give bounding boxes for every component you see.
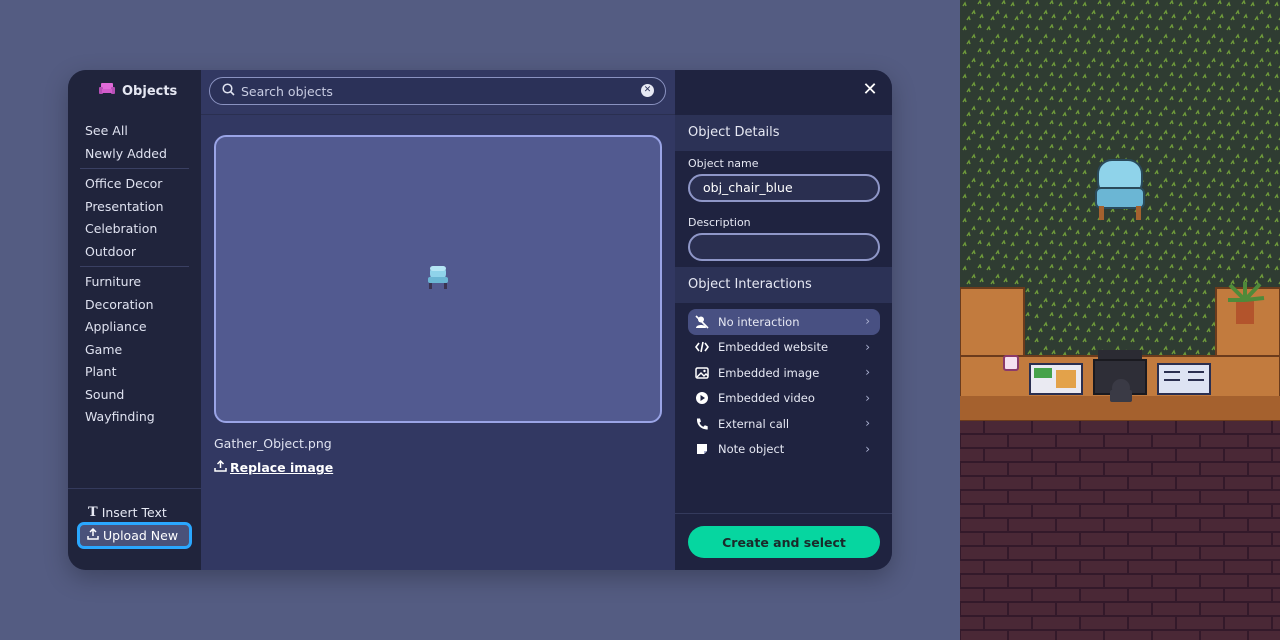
category-item[interactable]: Plant (80, 361, 189, 384)
object-name-field[interactable]: obj_chair_blue (688, 174, 880, 202)
upload-icon (87, 527, 99, 543)
clear-search-icon[interactable]: ✕ (641, 84, 654, 97)
close-icon[interactable]: ✕ (862, 81, 878, 99)
interaction-option[interactable]: Embedded website › (688, 335, 880, 361)
objects-modal: Objects See All Newly Added Office Decor Pr… (68, 70, 892, 570)
image-filename: Gather_Object.png (214, 436, 332, 451)
category-separator (80, 266, 189, 267)
interaction-list: No interaction › Embedded website › Embedded… (688, 309, 880, 462)
search-icon (222, 83, 235, 99)
replace-image-label: Replace image (230, 460, 334, 475)
category-item[interactable]: Decoration (80, 294, 189, 317)
preview-panel: Search objects ✕ Gather_Object.png Repla… (201, 70, 675, 570)
create-and-select-button[interactable]: Create and select (688, 526, 880, 558)
sidebar-bottom: T Insert Text Upload New (68, 488, 201, 570)
map-preview (960, 0, 1280, 640)
chevron-right-icon: › (865, 314, 870, 328)
interaction-label: Embedded website (718, 340, 829, 355)
objects-sidebar: Objects See All Newly Added Office Decor Pr… (68, 70, 201, 570)
interaction-option[interactable]: Embedded image › (688, 360, 880, 386)
divider (201, 114, 675, 115)
interaction-label: External call (718, 416, 790, 431)
object-details-header: Object Details (675, 115, 892, 151)
upload-new-label: Upload New (103, 528, 179, 543)
interaction-option[interactable]: Embedded video › (688, 386, 880, 412)
description-label: Description (688, 216, 751, 229)
insert-text-label: Insert Text (101, 505, 167, 520)
description-field[interactable] (688, 233, 880, 261)
sidebar-title-label: Objects (122, 83, 178, 99)
object-interactions-header: Object Interactions (675, 267, 892, 303)
upload-icon (214, 459, 227, 475)
no-interaction-icon (694, 314, 710, 330)
interaction-option[interactable]: External call › (688, 411, 880, 437)
phone-icon (694, 416, 710, 432)
chair-sprite (427, 264, 449, 294)
category-item[interactable]: See All (80, 120, 189, 143)
upload-new-button[interactable]: Upload New (77, 522, 192, 549)
category-item[interactable]: Sound (80, 384, 189, 407)
chevron-right-icon: › (865, 416, 870, 430)
category-item[interactable]: Celebration (80, 218, 189, 241)
object-details-panel: ✕ Object Details Object name obj_chair_b… (675, 70, 892, 570)
armchair-icon (98, 82, 116, 100)
chevron-right-icon: › (865, 365, 870, 379)
interaction-label: Note object (718, 442, 785, 457)
interaction-option[interactable]: Note object › (688, 437, 880, 463)
search-placeholder: Search objects (241, 83, 333, 99)
sidebar-title: Objects (68, 70, 201, 112)
category-item[interactable]: Furniture (80, 271, 189, 294)
note-icon (694, 441, 710, 457)
object-name-label: Object name (688, 157, 759, 170)
insert-text-button[interactable]: T Insert Text (88, 505, 167, 520)
text-icon: T (88, 505, 98, 520)
category-item[interactable]: Presentation (80, 196, 189, 219)
code-icon (694, 339, 710, 355)
interaction-label: Embedded image (718, 365, 820, 380)
play-icon (694, 390, 710, 406)
search-input[interactable]: Search objects ✕ (209, 77, 666, 105)
image-preview (214, 135, 662, 423)
interaction-option[interactable]: No interaction › (688, 309, 880, 335)
chevron-right-icon: › (865, 390, 870, 405)
replace-image-link[interactable]: Replace image (214, 459, 334, 475)
category-item[interactable]: Office Decor (80, 173, 189, 196)
divider (675, 513, 892, 514)
category-item[interactable]: Outdoor (80, 241, 189, 264)
category-item[interactable]: Wayfinding (80, 406, 189, 429)
category-list: See All Newly Added Office Decor Presentati… (68, 120, 201, 429)
chevron-right-icon: › (865, 339, 870, 354)
category-item[interactable]: Appliance (80, 316, 189, 339)
interaction-label: Embedded video (718, 391, 815, 406)
category-separator (80, 168, 189, 169)
map-scene (960, 0, 1280, 640)
category-item[interactable]: Newly Added (80, 143, 189, 166)
interaction-label: No interaction (718, 314, 800, 329)
image-icon (694, 365, 710, 381)
category-item[interactable]: Game (80, 339, 189, 362)
chevron-right-icon: › (865, 441, 870, 456)
